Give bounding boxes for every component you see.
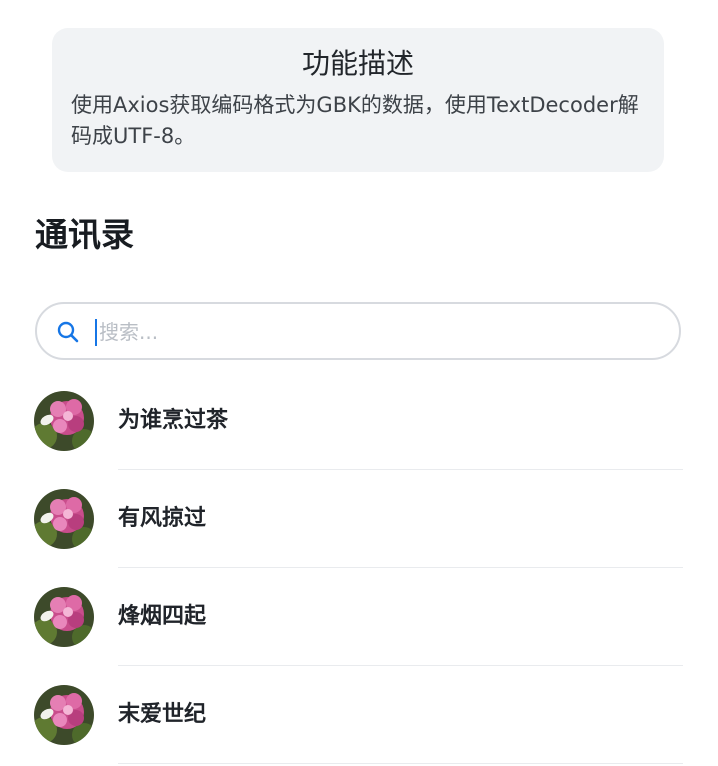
contact-name: 为谁烹过茶 [118,408,229,433]
description-title: 功能描述 [301,47,414,80]
flower-avatar-icon [34,685,94,745]
avatar[interactable] [34,391,94,451]
contact-list: 为谁烹过茶 有风掠过 烽烟四起 末爱世纪 [0,382,718,766]
search-bar[interactable] [35,302,681,360]
contact-name: 烽烟四起 [118,604,207,629]
contacts-title: 通讯录 [35,215,134,254]
flower-avatar-icon [34,391,94,451]
divider [118,567,683,568]
contact-name: 有风掠过 [118,506,207,531]
contact-name: 末爱世纪 [118,702,207,727]
search-icon[interactable] [56,320,80,344]
avatar[interactable] [34,587,94,647]
page: 功能描述 使用Axios获取编码格式为GBK的数据，使用TextDecoder解… [0,0,718,766]
contact-item[interactable]: 烽烟四起 [0,578,718,676]
avatar[interactable] [34,685,94,745]
divider [118,665,683,666]
text-caret [95,319,97,346]
flower-avatar-icon [34,587,94,647]
search-input[interactable] [99,316,639,348]
divider [118,763,683,764]
contact-item[interactable]: 末爱世纪 [0,676,718,766]
description-text: 使用Axios获取编码格式为GBK的数据，使用TextDecoder解码成UTF… [71,93,639,148]
avatar[interactable] [34,489,94,549]
flower-avatar-icon [34,489,94,549]
description-card: 功能描述 使用Axios获取编码格式为GBK的数据，使用TextDecoder解… [52,28,664,172]
contact-item[interactable]: 有风掠过 [0,480,718,578]
contact-item[interactable]: 为谁烹过茶 [0,382,718,480]
divider [118,469,683,470]
